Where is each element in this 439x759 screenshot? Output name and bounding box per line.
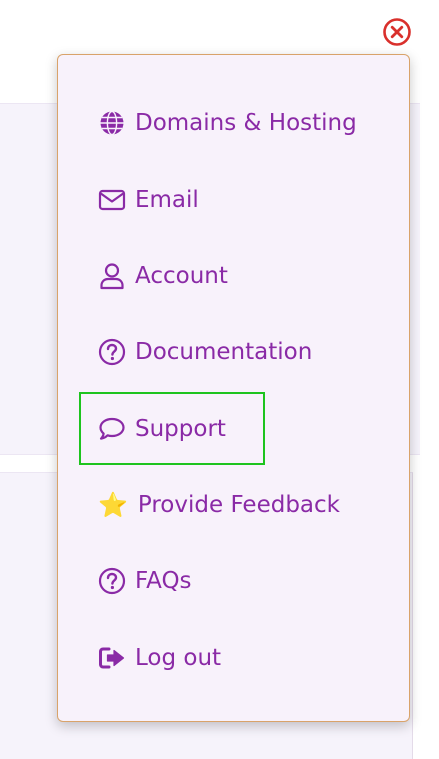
- menu-item-documentation[interactable]: Documentation: [98, 332, 312, 372]
- globe-icon: [98, 109, 126, 137]
- menu-item-label: Email: [135, 187, 199, 213]
- menu-item-label: Account: [135, 263, 228, 289]
- speech-bubble-icon: [98, 415, 126, 443]
- user-icon: [98, 262, 126, 290]
- menu-item-label: Provide Feedback: [137, 492, 340, 518]
- menu-item-faqs[interactable]: FAQs: [98, 561, 192, 601]
- menu-item-label: Support: [135, 416, 226, 442]
- menu-item-support[interactable]: Support: [79, 392, 265, 465]
- menu-item-label: FAQs: [135, 568, 192, 594]
- menu-item-provide-feedback[interactable]: ⭐ Provide Feedback: [98, 485, 340, 525]
- menu-item-account[interactable]: Account: [98, 256, 228, 296]
- question-circle-icon: [98, 338, 126, 366]
- menu-item-log-out[interactable]: Log out: [98, 638, 221, 678]
- user-dropdown-menu: Domains & Hosting Email Account Document…: [57, 54, 410, 722]
- page: Domains & Hosting Email Account Document…: [0, 0, 439, 759]
- sign-out-icon: [98, 644, 126, 672]
- menu-item-label: Domains & Hosting: [135, 110, 357, 136]
- close-button[interactable]: [382, 17, 412, 47]
- menu-item-label: Log out: [135, 645, 222, 671]
- menu-item-label: Documentation: [135, 339, 313, 365]
- menu-item-email[interactable]: Email: [98, 180, 199, 220]
- envelope-icon: [98, 186, 126, 214]
- close-icon: [382, 17, 412, 47]
- star-icon: ⭐: [98, 491, 128, 519]
- menu-item-domains-hosting[interactable]: Domains & Hosting: [98, 103, 357, 143]
- question-circle-icon: [98, 567, 126, 595]
